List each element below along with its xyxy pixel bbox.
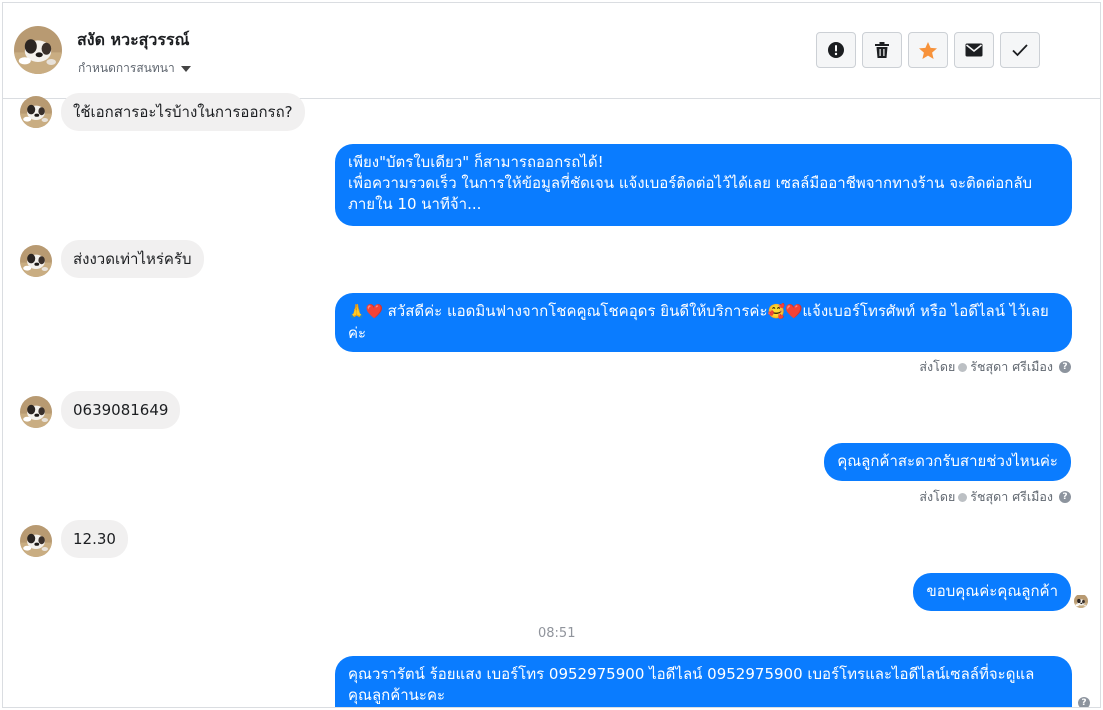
- message-bubble-outgoing[interactable]: ขอบคุณค่ะคุณลูกค้า: [913, 573, 1071, 611]
- star-icon: [919, 41, 937, 59]
- avatar-image: [1074, 595, 1088, 608]
- assign-conversation-label: กำหนดการสนทนา: [78, 61, 175, 75]
- sender-avatar[interactable]: [20, 396, 52, 428]
- help-icon[interactable]: ?: [1059, 491, 1071, 503]
- message-timestamp: 08:51: [538, 626, 576, 641]
- agent-status-icon: [958, 362, 968, 372]
- message-bubble-incoming[interactable]: 0639081649: [61, 391, 181, 429]
- mail-icon: [965, 43, 983, 57]
- contact-name[interactable]: สงัด หวะสุวรรณ์: [77, 28, 189, 53]
- message-bubble-outgoing[interactable]: 🙏❤️ สวัสดีค่ะ แอดมินฟางจากโชคคูณโชคอุดร …: [335, 293, 1072, 352]
- avatar-image: [20, 525, 52, 557]
- sender-avatar[interactable]: [20, 245, 52, 277]
- sent-by-prefix: ส่งโดย: [919, 359, 956, 374]
- star-button[interactable]: [908, 32, 948, 68]
- message-line: เพียง"บัตรใบเดียว" ก็สามารถออกรถได้!: [348, 153, 604, 171]
- caret-down-icon: [180, 65, 191, 72]
- mail-button[interactable]: [954, 32, 994, 68]
- report-button[interactable]: [816, 32, 856, 68]
- sender-avatar[interactable]: [20, 525, 52, 557]
- delete-button[interactable]: [862, 32, 902, 68]
- sent-by-prefix: ส่งโดย: [919, 489, 956, 504]
- message-line: คุณลูกค้านะคะ: [348, 686, 446, 704]
- message-bubble-outgoing[interactable]: คุณลูกค้าสะดวกรับสายช่วงไหนค่ะ: [824, 443, 1071, 481]
- message-text: แจ้งเบอร์โทรศัพท์ หรือ ไอดีไลน์ ไว้เลย: [802, 302, 1049, 320]
- message-bubble-incoming[interactable]: 12.30: [61, 520, 128, 558]
- pray-emoji: 🙏: [348, 304, 366, 320]
- message-line: ภายใน 10 นาทีจ้า...: [348, 195, 482, 213]
- avatar-image: [20, 396, 52, 428]
- conversation-header: สงัด หวะสุวรรณ์ กำหนดการสนทนา: [3, 3, 1100, 99]
- mark-done-button[interactable]: [1000, 32, 1040, 68]
- help-icon[interactable]: ?: [1059, 361, 1071, 373]
- help-icon[interactable]: ?: [1078, 697, 1090, 707]
- message-line: 🙏❤️ สวัสดีค่ะ แอดมินฟางจากโชคคูณโชคอุดร …: [348, 301, 1059, 323]
- check-icon: [1012, 44, 1028, 57]
- message-bubble-outgoing[interactable]: คุณวรารัตน์ ร้อยแสง เบอร์โทร 0952975900 …: [335, 656, 1072, 707]
- sent-by-info: ส่งโดย รัชสุดา ศรีเมือง ?: [919, 487, 1071, 507]
- assign-conversation-dropdown[interactable]: กำหนดการสนทนา: [78, 59, 191, 78]
- sent-by-info-partial: ?: [1075, 697, 1090, 707]
- header-actions: [816, 32, 1040, 68]
- message-list[interactable]: ใช้เอกสารอะไรบ้างในการออกรถ? เพียง"บัตรใ…: [3, 93, 1100, 707]
- conversation-panel: สงัด หวะสุวรรณ์ กำหนดการสนทนา ใช้เอกสารอ…: [2, 2, 1101, 708]
- seen-receipt-avatar: [1074, 594, 1088, 608]
- avatar-image: [14, 26, 62, 74]
- message-bubble-incoming[interactable]: ใช้เอกสารอะไรบ้างในการออกรถ?: [61, 93, 305, 131]
- message-bubble-outgoing[interactable]: เพียง"บัตรใบเดียว" ก็สามารถออกรถได้! เพื…: [335, 144, 1072, 226]
- avatar-image: [20, 245, 52, 277]
- sent-by-agent[interactable]: รัชสุดา ศรีเมือง: [970, 357, 1053, 377]
- smiling-face-emoji: 🥰: [767, 304, 785, 320]
- sent-by-agent[interactable]: รัชสุดา ศรีเมือง: [970, 487, 1053, 507]
- contact-avatar[interactable]: [14, 26, 62, 74]
- agent-status-icon: [958, 492, 968, 502]
- message-line: คุณวรารัตน์ ร้อยแสง เบอร์โทร 0952975900 …: [348, 665, 1035, 683]
- heart-emoji: ❤️: [365, 304, 383, 320]
- message-text: สวัสดีค่ะ แอดมินฟางจากโชคคูณโชคอุดร ยินด…: [387, 302, 768, 320]
- trash-icon: [875, 42, 889, 58]
- message-line: เพื่อความรวดเร็ว ในการให้ข้อมูลที่ชัดเจน…: [348, 174, 1033, 192]
- avatar-image: [20, 96, 52, 128]
- sender-avatar[interactable]: [20, 96, 52, 128]
- message-line: ค่ะ: [348, 324, 367, 342]
- sent-by-info: ส่งโดย รัชสุดา ศรีเมือง ?: [919, 357, 1071, 377]
- report-icon: [828, 42, 844, 58]
- message-bubble-incoming[interactable]: ส่งงวดเท่าไหร่ครับ: [61, 240, 204, 278]
- heart-emoji: ❤️: [784, 304, 803, 320]
